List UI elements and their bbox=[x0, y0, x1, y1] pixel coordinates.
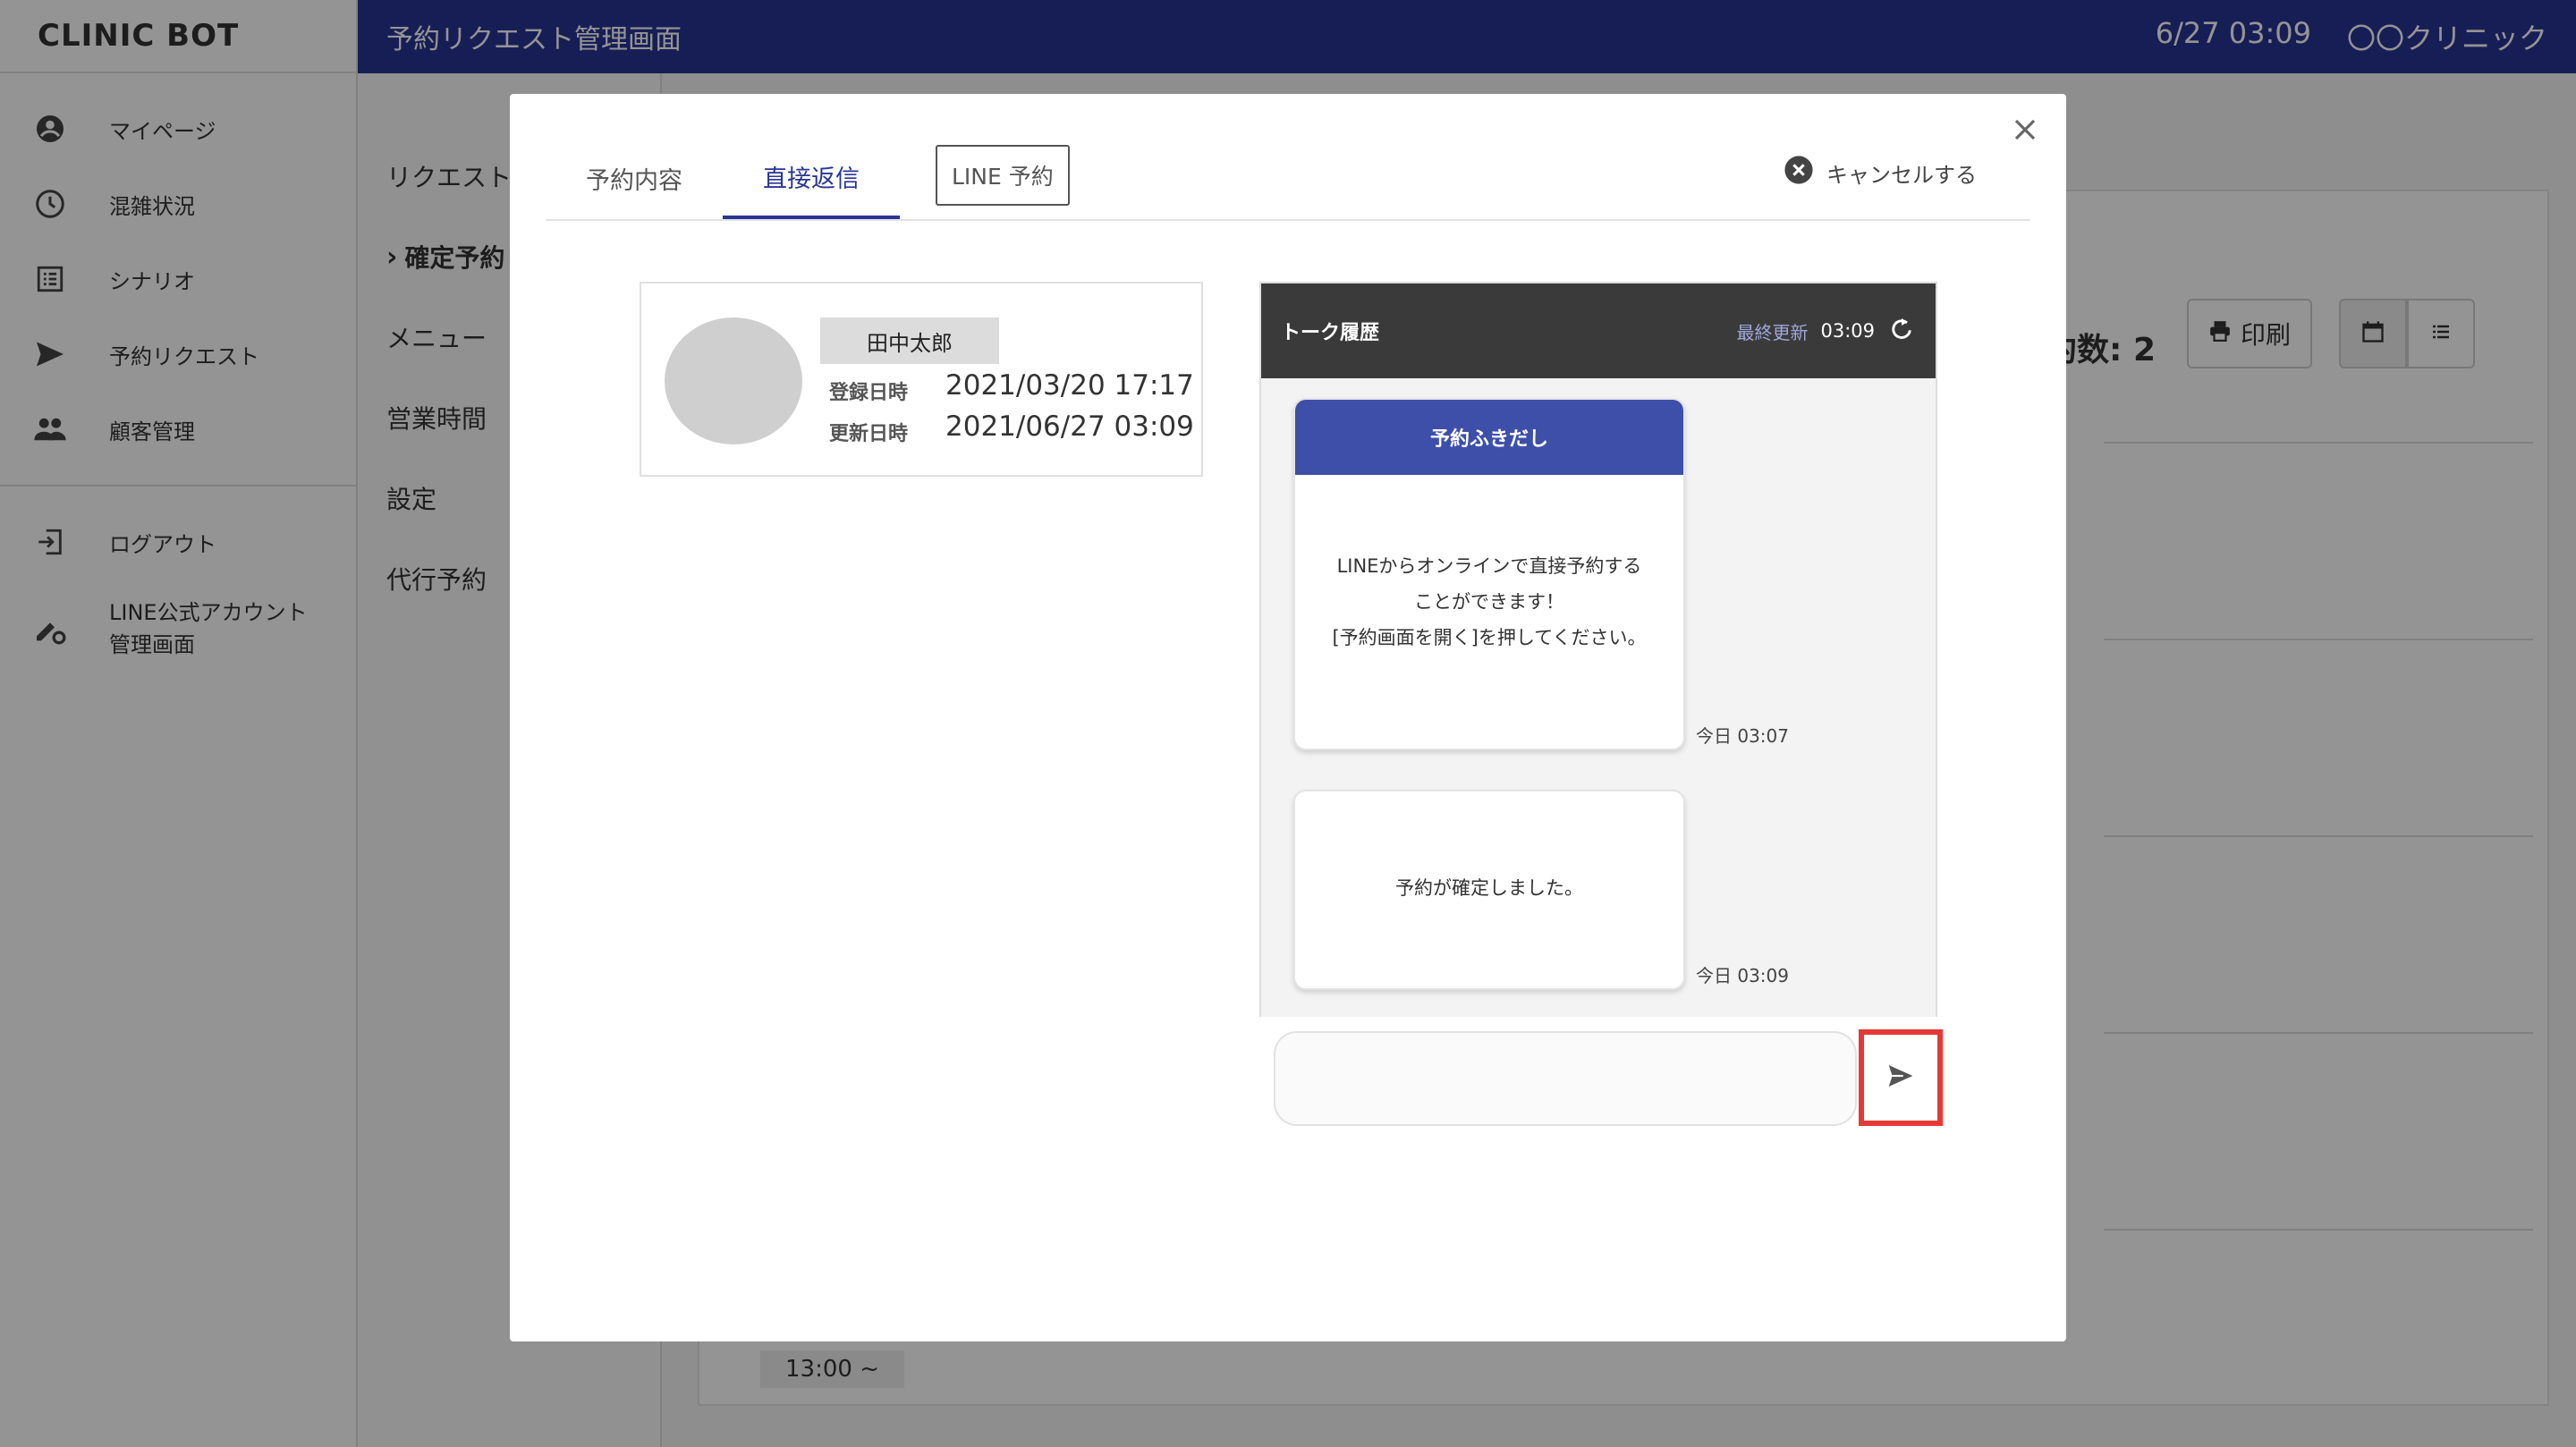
cancel-button[interactable]: キャンセルする bbox=[1784, 155, 1977, 190]
cancel-circle-icon bbox=[1784, 155, 1814, 190]
chat-header: トーク履歴 最終更新 03:09 bbox=[1261, 283, 1936, 378]
chat-history-panel: トーク履歴 最終更新 03:09 予約ふきだし LINEからオンラインで直接予約… bbox=[1259, 282, 1937, 1055]
registered-value: 2021/03/20 17:17 bbox=[945, 369, 1194, 402]
message-input[interactable] bbox=[1274, 1031, 1857, 1126]
bubble-line: [予約画面を開く]を押してください。 bbox=[1332, 627, 1647, 648]
customer-profile-card: 田中太郎 登録日時 2021/03/20 17:17 更新日時 2021/06/… bbox=[640, 282, 1203, 477]
send-icon bbox=[1886, 1062, 1915, 1094]
updated-value: 2021/06/27 03:09 bbox=[945, 410, 1194, 443]
tab-reservation-details[interactable]: 予約内容 bbox=[546, 137, 723, 219]
tab-direct-reply[interactable]: 直接返信 bbox=[723, 137, 900, 219]
bubble-header: 予約ふきだし bbox=[1295, 400, 1683, 475]
bubble-text: LINEからオンラインで直接予約する ことができます！ [予約画面を開く]を押し… bbox=[1295, 475, 1683, 656]
message-timestamp: 今日 03:09 bbox=[1696, 965, 1789, 986]
registered-label: 登録日時 bbox=[829, 382, 909, 404]
bubble-line: LINEからオンラインで直接予約する bbox=[1336, 555, 1642, 577]
tab-line-reservation[interactable]: LINE 予約 bbox=[936, 145, 1070, 206]
customer-name: 田中太郎 bbox=[820, 317, 999, 364]
reply-input-area bbox=[1256, 1017, 1953, 1137]
bubble-text: 予約が確定しました。 bbox=[1295, 791, 1683, 906]
chat-message-bubble: 予約が確定しました。 bbox=[1293, 790, 1685, 990]
last-updated: 最終更新 03:09 bbox=[1736, 315, 1916, 348]
bubble-line: ことができます！ bbox=[1414, 591, 1564, 613]
chat-message-bubble: 予約ふきだし LINEからオンラインで直接予約する ことができます！ [予約画面… bbox=[1293, 398, 1685, 750]
cancel-label: キャンセルする bbox=[1826, 162, 1977, 188]
reservation-modal: 予約内容 直接返信 LINE 予約 キャンセルする 田中太郎 登録日時 2021… bbox=[510, 94, 2066, 1341]
last-updated-label: 最終更新 bbox=[1736, 321, 1809, 343]
updated-label: 更新日時 bbox=[829, 423, 909, 445]
avatar bbox=[665, 317, 802, 444]
send-button[interactable] bbox=[1859, 1029, 1943, 1126]
last-updated-time: 03:09 bbox=[1820, 320, 1875, 342]
message-timestamp: 今日 03:07 bbox=[1696, 725, 1789, 747]
bubble-line: 予約が確定しました。 bbox=[1395, 877, 1583, 899]
chat-title: トーク履歴 bbox=[1281, 322, 1380, 344]
refresh-icon[interactable] bbox=[1887, 315, 1916, 348]
